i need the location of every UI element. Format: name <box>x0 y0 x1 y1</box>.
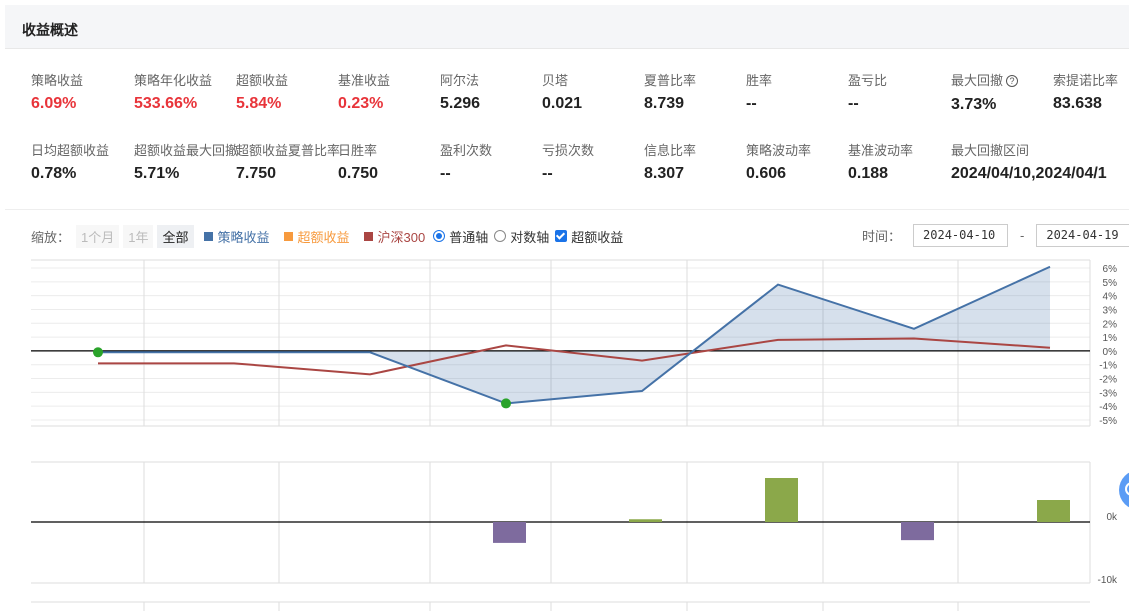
excess-bar <box>493 522 526 543</box>
excess-bar <box>765 478 798 522</box>
y-tick-label: -2% <box>1099 375 1117 386</box>
y-tick-label: 4% <box>1103 292 1118 303</box>
returns-chart[interactable]: 6% 5% 4% 3% 2% 1% 0% -1% -2% -3% -4% -5% 0k -10k <box>0 0 1129 611</box>
y-tick-label: -4% <box>1099 402 1117 413</box>
sub-y-tick-label: 0k <box>1106 512 1118 523</box>
excess-bar <box>901 522 934 541</box>
drawdown-marker <box>501 398 511 409</box>
y-tick-label: 1% <box>1103 333 1118 344</box>
sub-y-tick-label: -10k <box>1098 575 1118 586</box>
y-tick-label: 2% <box>1103 319 1118 330</box>
y-tick-label: -3% <box>1099 388 1117 399</box>
excess-bar <box>629 519 662 522</box>
y-tick-label: 5% <box>1103 278 1118 289</box>
y-tick-label: -5% <box>1099 416 1117 427</box>
y-tick-label: 3% <box>1103 305 1118 316</box>
y-tick-label: 0% <box>1103 347 1118 358</box>
y-tick-label: 6% <box>1103 264 1118 275</box>
y-tick-label: -1% <box>1099 361 1117 372</box>
excess-bar <box>1037 500 1070 522</box>
drawdown-marker <box>93 347 103 358</box>
